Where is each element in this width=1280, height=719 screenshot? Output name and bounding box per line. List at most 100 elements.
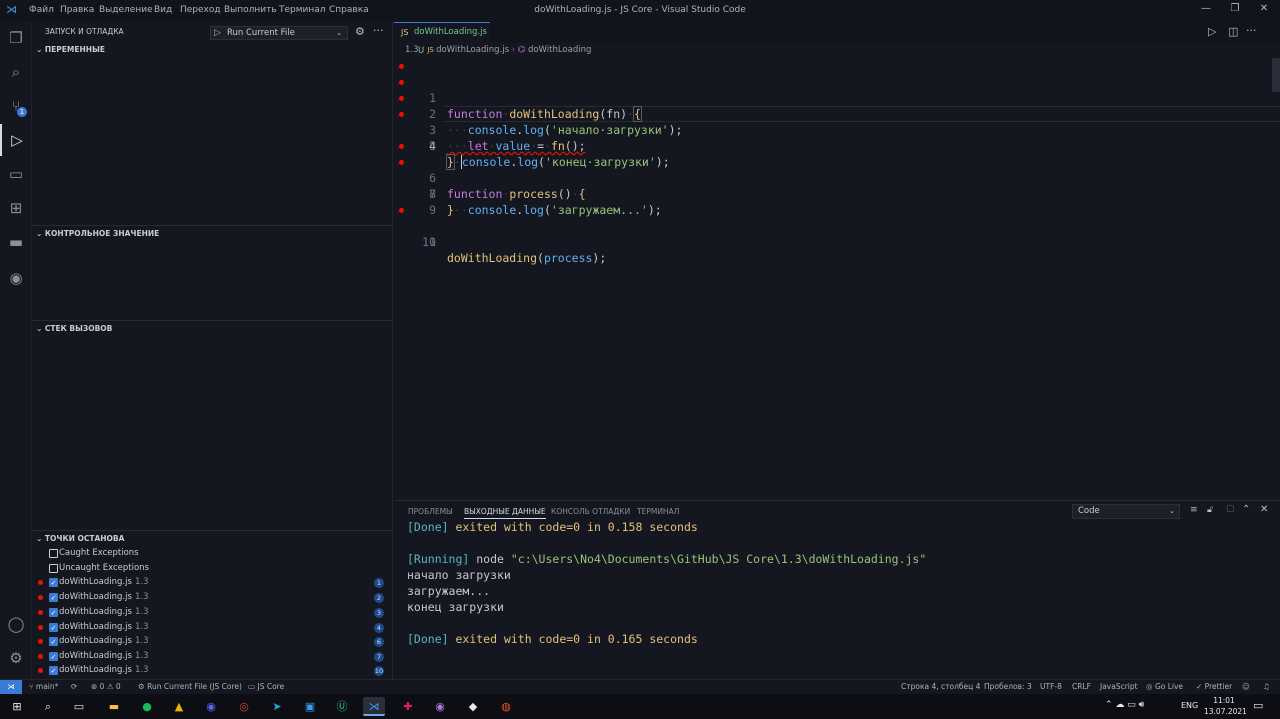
- source-control-icon[interactable]: ⑂ 1: [0, 90, 32, 122]
- git-icon[interactable]: ◆: [462, 697, 484, 716]
- search-icon[interactable]: ⌕: [0, 56, 32, 88]
- breakpoint-dot-icon[interactable]: [399, 80, 404, 85]
- breakpoint-item[interactable]: ✓ doWithLoading.js 1.3 1: [32, 575, 393, 590]
- breakpoint-dot-icon[interactable]: [399, 208, 404, 213]
- breakpoint-dot-icon[interactable]: [399, 64, 404, 69]
- language-mode[interactable]: JavaScript: [1100, 680, 1138, 694]
- windows-start-icon[interactable]: ⊞: [6, 697, 28, 716]
- checkbox[interactable]: [49, 549, 58, 558]
- code-editor[interactable]: 1 function·doWithLoading(fn)·{ 2 ···cons…: [394, 58, 1280, 496]
- tray-icons[interactable]: ⌃ ☁ ▭ 🔊︎: [1105, 700, 1144, 710]
- tab-debug-console[interactable]: КОНСОЛЬ ОТЛАДКИ: [551, 507, 630, 516]
- tab-problems[interactable]: ПРОБЛЕМЫ: [408, 507, 453, 516]
- breakpoint-item[interactable]: ✓ doWithLoading.js 1.3 3: [32, 605, 393, 620]
- scrollbar[interactable]: [1272, 58, 1280, 92]
- play-icon[interactable]: ▷: [214, 27, 221, 39]
- lock-icon[interactable]: 🔓︎: [1207, 505, 1213, 515]
- open-log-icon[interactable]: ▢: [1226, 504, 1235, 514]
- workspace-status[interactable]: ▭ JS Core: [248, 680, 284, 694]
- menu-run[interactable]: Выполнить: [224, 5, 277, 15]
- caught-exceptions-row[interactable]: Caught Exceptions: [32, 546, 393, 561]
- app-icon[interactable]: ▣: [299, 697, 321, 716]
- breakpoint-item[interactable]: ✓ doWithLoading.js 1.3 2: [32, 590, 393, 605]
- account-icon[interactable]: ◯: [0, 608, 32, 640]
- menu-file[interactable]: Файл: [29, 5, 54, 15]
- eol[interactable]: CRLF: [1072, 680, 1091, 694]
- explorer-icon[interactable]: ❐: [0, 22, 32, 54]
- breadcrumb-folder[interactable]: 1.3: [405, 45, 419, 55]
- close-icon[interactable]: ✕: [1256, 3, 1272, 19]
- maximize-icon[interactable]: ❐: [1227, 3, 1243, 19]
- breakpoint-item[interactable]: ✓ doWithLoading.js 1.3 4: [32, 620, 393, 635]
- breakpoint-dot-icon[interactable]: [399, 96, 404, 101]
- cursor-position[interactable]: Строка 4, столбец 4: [901, 680, 980, 694]
- uncaught-exceptions-row[interactable]: Uncaught Exceptions: [32, 561, 393, 576]
- indentation[interactable]: Пробелов: 3: [984, 680, 1032, 694]
- task-view-icon[interactable]: ▭: [68, 697, 90, 716]
- breakpoint-dot-icon[interactable]: [399, 112, 404, 117]
- breadcrumb-file[interactable]: doWithLoading.js: [436, 45, 509, 55]
- spotify-icon[interactable]: ●: [136, 697, 158, 716]
- slack-icon[interactable]: ✚: [397, 697, 419, 716]
- breakpoint-item[interactable]: ✓ doWithLoading.js 1.3 7: [32, 649, 393, 664]
- chevron-down-icon[interactable]: ⌄: [336, 27, 342, 39]
- split-editor-icon[interactable]: ◫: [1228, 25, 1238, 38]
- checkbox-checked[interactable]: ✓: [49, 666, 58, 675]
- tab-terminal[interactable]: ТЕРМИНАЛ: [637, 507, 679, 516]
- github-icon[interactable]: ◉: [429, 697, 451, 716]
- menu-view[interactable]: Вид: [154, 5, 172, 15]
- notifications-icon[interactable]: ♫: [1263, 680, 1270, 694]
- menu-edit[interactable]: Правка: [60, 5, 94, 15]
- watch-section-header[interactable]: ⌄ КОНТРОЛЬНОЕ ЗНАЧЕНИЕ: [32, 225, 393, 243]
- remote-explorer-icon[interactable]: ▭: [0, 158, 32, 190]
- search-icon[interactable]: ⌕: [37, 697, 59, 716]
- breakpoint-dot-icon[interactable]: [399, 160, 404, 165]
- file-explorer-icon[interactable]: ▬: [103, 697, 125, 716]
- checkbox-checked[interactable]: ✓: [49, 637, 58, 646]
- encoding[interactable]: UTF-8: [1040, 680, 1062, 694]
- input-language[interactable]: ENG: [1181, 701, 1198, 710]
- close-panel-icon[interactable]: ✕: [1260, 504, 1268, 515]
- problems-status[interactable]: ⊗ 0 ⚠ 0: [91, 680, 121, 694]
- minimize-icon[interactable]: —: [1198, 3, 1214, 19]
- run-config-select[interactable]: ▷ Run Current File ⌄: [210, 26, 348, 40]
- menu-go[interactable]: Переход: [180, 5, 221, 15]
- run-debug-icon[interactable]: ▷: [0, 124, 32, 156]
- breakpoint-dot-icon[interactable]: [399, 144, 404, 149]
- notification-center-icon[interactable]: ▭: [1253, 699, 1263, 712]
- extensions-icon[interactable]: ⊞: [0, 192, 32, 224]
- branch-status[interactable]: ⑂ main*: [29, 680, 58, 694]
- checkbox[interactable]: [49, 564, 58, 573]
- sync-icon[interactable]: ⟳: [71, 680, 77, 694]
- remote-icon[interactable]: ⋊: [0, 680, 22, 694]
- menu-selection[interactable]: Выделение: [99, 5, 153, 15]
- vscode-taskbar-icon[interactable]: ⋊: [363, 697, 385, 716]
- breakpoint-item[interactable]: ✓ doWithLoading.js 1.3 10: [32, 663, 393, 678]
- prettier-status[interactable]: ✓ Prettier: [1196, 680, 1232, 694]
- go-live-status[interactable]: ◎ Go Live: [1146, 680, 1183, 694]
- callstack-section-header[interactable]: ⌄ СТЕК ВЫЗОВОВ: [32, 320, 393, 338]
- breakpoint-item[interactable]: ✓ doWithLoading.js 1.3 6: [32, 634, 393, 649]
- run-status[interactable]: ⚙ Run Current File (JS Core): [138, 680, 242, 694]
- menu-terminal[interactable]: Терминал: [279, 5, 326, 15]
- ubuntu-icon[interactable]: ◍: [495, 697, 517, 716]
- feedback-icon[interactable]: ☺: [1242, 680, 1250, 694]
- maximize-panel-icon[interactable]: ⌃: [1242, 504, 1250, 515]
- folder-icon[interactable]: ▬: [0, 226, 32, 258]
- gear-icon[interactable]: ⚙: [355, 25, 365, 38]
- checkbox-checked[interactable]: ✓: [49, 652, 58, 661]
- discord-icon[interactable]: ◉: [200, 697, 222, 716]
- upwork-icon[interactable]: Ⓤ: [331, 697, 353, 716]
- tab-dowithloading[interactable]: JS doWithLoading.js U: [394, 22, 490, 56]
- checkbox-checked[interactable]: ✓: [49, 608, 58, 617]
- manage-gear-icon[interactable]: ⚙: [0, 642, 32, 674]
- output-channel-select[interactable]: Code ⌄: [1072, 504, 1180, 519]
- clock[interactable]: 11:01 13.07.2021: [1204, 695, 1247, 717]
- tab-output[interactable]: ВЫХОДНЫЕ ДАННЫЕ: [464, 507, 546, 519]
- checkbox-checked[interactable]: ✓: [49, 578, 58, 587]
- more-icon[interactable]: ···: [1246, 24, 1257, 37]
- menu-help[interactable]: Справка: [329, 5, 369, 15]
- run-file-icon[interactable]: ▷: [1208, 25, 1216, 38]
- norton-icon[interactable]: ▲: [168, 697, 190, 716]
- git-graph-icon[interactable]: ◉: [0, 262, 32, 294]
